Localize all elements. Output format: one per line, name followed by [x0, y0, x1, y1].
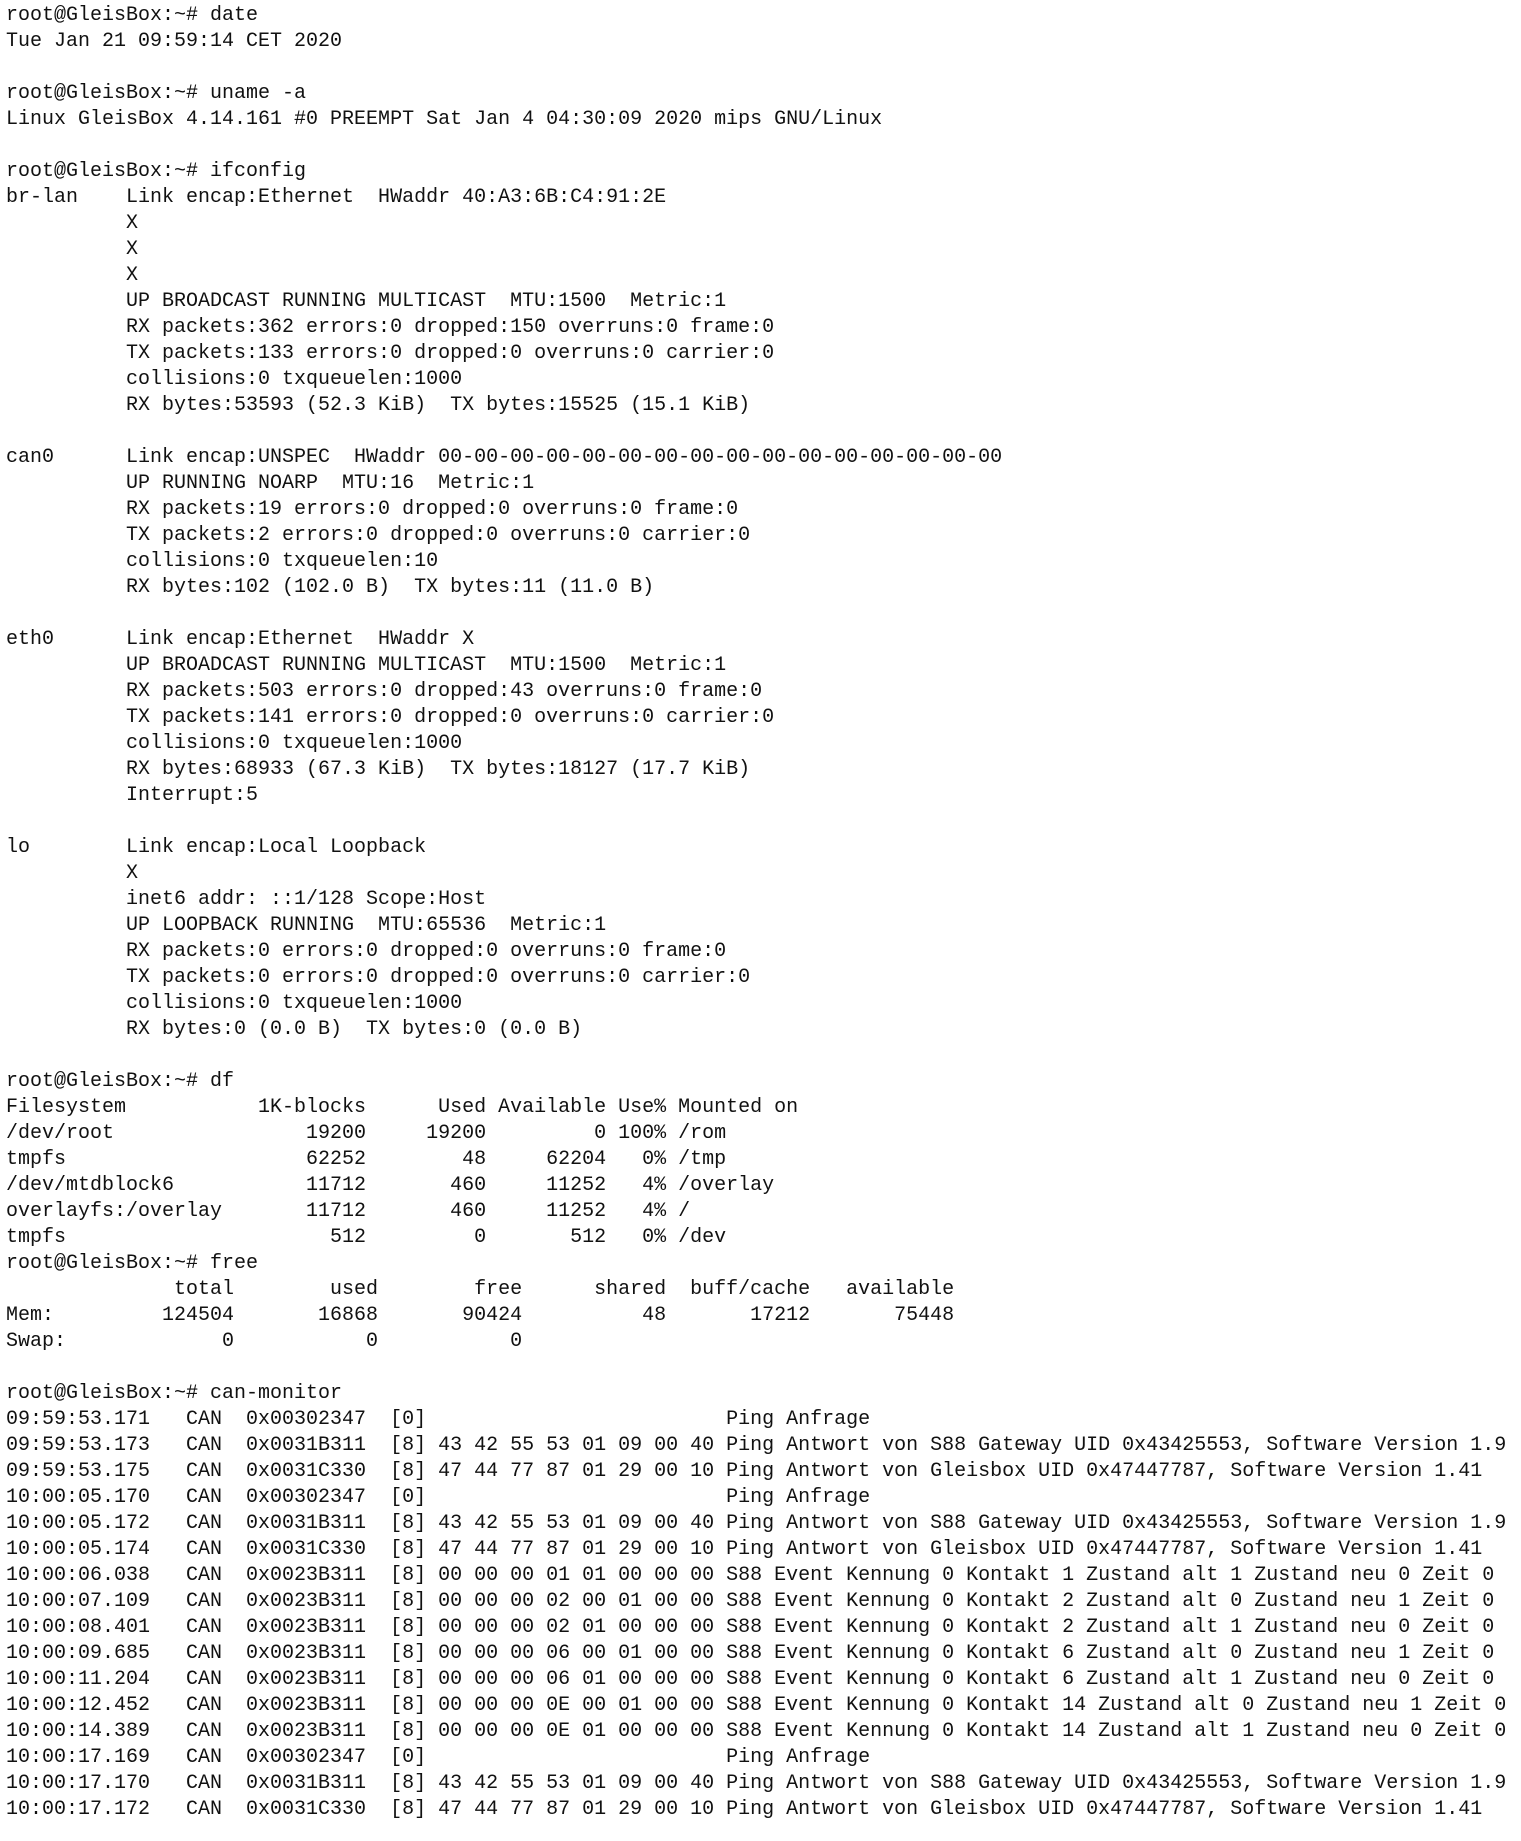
- prompt-line: root@GleisBox:~# date: [6, 4, 259, 27]
- output-line: inet6 addr: ::1/128 Scope:Host: [6, 888, 487, 911]
- output-line: X: [6, 212, 139, 235]
- output-line: 10:00:17.169 CAN 0x00302347 [0] Ping Anf…: [6, 1746, 871, 1769]
- prompt-line: root@GleisBox:~# ifconfig: [6, 160, 307, 183]
- output-line: 10:00:07.109 CAN 0x0023B311 [8] 00 00 00…: [6, 1590, 1495, 1613]
- command-block: root@GleisBox:~# ifconfig br-lan Link enc…: [6, 159, 1521, 1069]
- output-line: UP BROADCAST RUNNING MULTICAST MTU:1500 …: [6, 654, 727, 677]
- output-line: TX packets:133 errors:0 dropped:0 overru…: [6, 342, 775, 365]
- output-line: RX bytes:53593 (52.3 KiB) TX bytes:15525…: [6, 394, 751, 417]
- output-line: collisions:0 txqueuelen:1000: [6, 368, 463, 391]
- output-line: RX packets:0 errors:0 dropped:0 overruns…: [6, 940, 727, 963]
- output-line: /dev/mtdblock6 11712 460 11252 4% /overl…: [6, 1174, 775, 1197]
- output-line: 10:00:05.174 CAN 0x0031C330 [8] 47 44 77…: [6, 1538, 1483, 1561]
- output-line: RX bytes:102 (102.0 B) TX bytes:11 (11.0…: [6, 576, 655, 599]
- output-line: 10:00:05.172 CAN 0x0031B311 [8] 43 42 55…: [6, 1512, 1507, 1535]
- output-line: collisions:0 txqueuelen:10: [6, 550, 439, 573]
- output-line: Linux GleisBox 4.14.161 #0 PREEMPT Sat J…: [6, 108, 883, 131]
- output-line: 09:59:53.171 CAN 0x00302347 [0] Ping Anf…: [6, 1408, 871, 1431]
- output-line: X: [6, 862, 139, 885]
- output-line: Tue Jan 21 09:59:14 CET 2020: [6, 30, 343, 53]
- prompt-line: root@GleisBox:~# free: [6, 1252, 259, 1275]
- output-line: 10:00:06.038 CAN 0x0023B311 [8] 00 00 00…: [6, 1564, 1495, 1587]
- output-line: 09:59:53.173 CAN 0x0031B311 [8] 43 42 55…: [6, 1434, 1507, 1457]
- output-line: TX packets:2 errors:0 dropped:0 overruns…: [6, 524, 751, 547]
- prompt-line: root@GleisBox:~# df: [6, 1070, 235, 1093]
- output-line: Filesystem 1K-blocks Used Available Use%…: [6, 1096, 799, 1119]
- output-line: TX packets:141 errors:0 dropped:0 overru…: [6, 706, 775, 729]
- output-line: RX bytes:0 (0.0 B) TX bytes:0 (0.0 B): [6, 1018, 583, 1041]
- output-line: Mem: 124504 16868 90424 48 17212 75448: [6, 1304, 955, 1327]
- output-line: total used free shared buff/cache availa…: [6, 1278, 955, 1301]
- output-line: overlayfs:/overlay 11712 460 11252 4% /: [6, 1200, 691, 1223]
- command-block: root@GleisBox:~# can-monitor 09:59:53.171…: [6, 1381, 1521, 1823]
- output-line: UP LOOPBACK RUNNING MTU:65536 Metric:1: [6, 914, 607, 937]
- command-block: root@GleisBox:~# uname -a Linux GleisBox …: [6, 81, 1521, 159]
- output-line: collisions:0 txqueuelen:1000: [6, 992, 463, 1015]
- command-block: root@GleisBox:~# df Filesystem 1K-blocks …: [6, 1069, 1521, 1251]
- prompt-line: root@GleisBox:~# can-monitor: [6, 1382, 343, 1405]
- output-line: br-lan Link encap:Ethernet HWaddr 40:A3:…: [6, 186, 667, 209]
- terminal-output[interactable]: root@GleisBox:~# date Tue Jan 21 09:59:14…: [0, 0, 1521, 1823]
- output-line: TX packets:0 errors:0 dropped:0 overruns…: [6, 966, 751, 989]
- output-line: 10:00:12.452 CAN 0x0023B311 [8] 00 00 00…: [6, 1694, 1507, 1717]
- output-line: tmpfs 512 0 512 0% /dev: [6, 1226, 727, 1249]
- output-line: 10:00:14.389 CAN 0x0023B311 [8] 00 00 00…: [6, 1720, 1507, 1743]
- output-line: can0 Link encap:UNSPEC HWaddr 00-00-00-0…: [6, 446, 1003, 469]
- output-line: RX packets:19 errors:0 dropped:0 overrun…: [6, 498, 739, 521]
- output-line: lo Link encap:Local Loopback: [6, 836, 427, 859]
- output-line: RX packets:503 errors:0 dropped:43 overr…: [6, 680, 763, 703]
- output-line: X: [6, 264, 139, 287]
- output-line: RX bytes:68933 (67.3 KiB) TX bytes:18127…: [6, 758, 751, 781]
- output-line: 10:00:08.401 CAN 0x0023B311 [8] 00 00 00…: [6, 1616, 1495, 1639]
- output-line: UP BROADCAST RUNNING MULTICAST MTU:1500 …: [6, 290, 727, 313]
- output-line: 10:00:05.170 CAN 0x00302347 [0] Ping Anf…: [6, 1486, 871, 1509]
- command-block: root@GleisBox:~# date Tue Jan 21 09:59:14…: [6, 3, 1521, 81]
- prompt-line: root@GleisBox:~# uname -a: [6, 82, 307, 105]
- output-line: 10:00:09.685 CAN 0x0023B311 [8] 00 00 00…: [6, 1642, 1495, 1665]
- output-line: Interrupt:5: [6, 784, 259, 807]
- output-line: Swap: 0 0 0: [6, 1330, 523, 1353]
- output-line: 10:00:17.170 CAN 0x0031B311 [8] 43 42 55…: [6, 1772, 1507, 1795]
- output-line: collisions:0 txqueuelen:1000: [6, 732, 463, 755]
- output-line: tmpfs 62252 48 62204 0% /tmp: [6, 1148, 727, 1171]
- output-line: X: [6, 238, 139, 261]
- output-line: UP RUNNING NOARP MTU:16 Metric:1: [6, 472, 535, 495]
- command-block: root@GleisBox:~# free total used free sh…: [6, 1251, 1521, 1381]
- output-line: 09:59:53.175 CAN 0x0031C330 [8] 47 44 77…: [6, 1460, 1483, 1483]
- output-line: RX packets:362 errors:0 dropped:150 over…: [6, 316, 775, 339]
- output-line: /dev/root 19200 19200 0 100% /rom: [6, 1122, 727, 1145]
- output-line: eth0 Link encap:Ethernet HWaddr X: [6, 628, 475, 651]
- output-line: 10:00:11.204 CAN 0x0023B311 [8] 00 00 00…: [6, 1668, 1495, 1691]
- output-line: 10:00:17.172 CAN 0x0031C330 [8] 47 44 77…: [6, 1798, 1483, 1821]
